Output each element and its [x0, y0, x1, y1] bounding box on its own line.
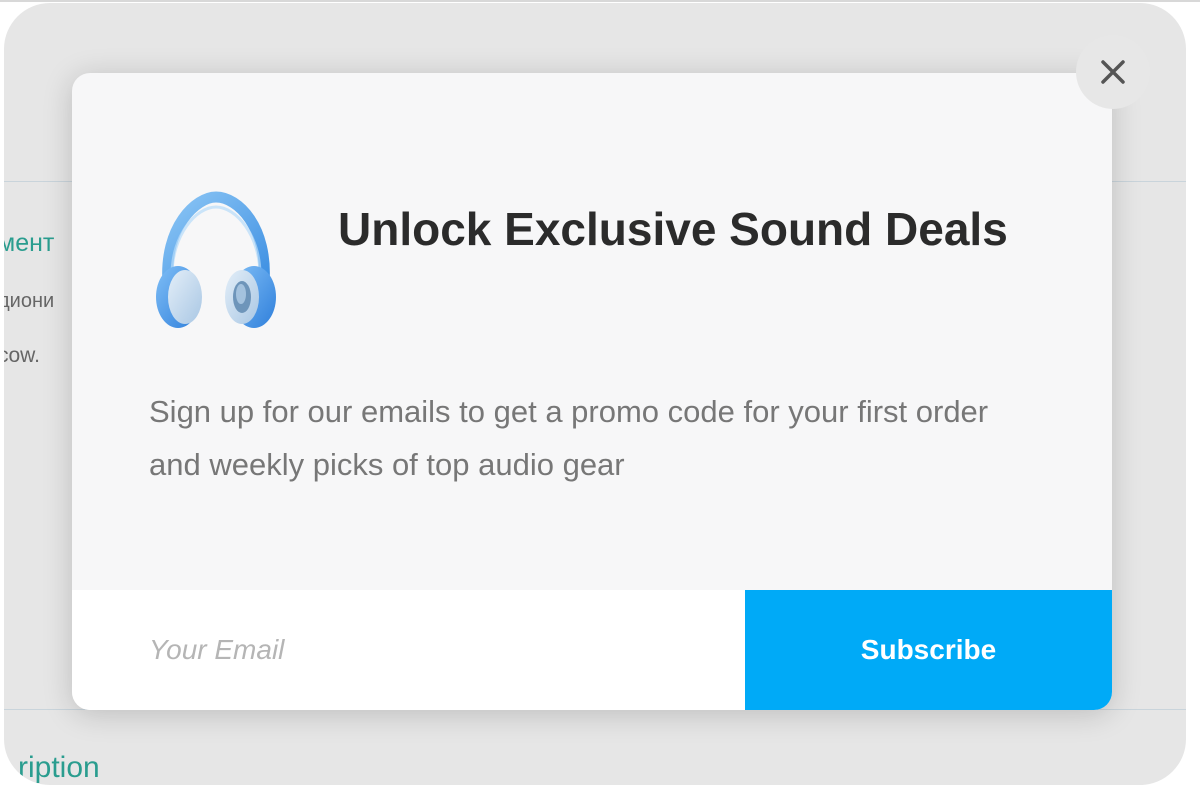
subscribe-modal: Unlock Exclusive Sound Deals Sign up for…: [72, 73, 1112, 710]
modal-description: Sign up for our emails to get a promo co…: [149, 394, 989, 482]
page-top-border: [0, 0, 1200, 2]
close-icon: [1101, 60, 1125, 84]
subscribe-button[interactable]: Subscribe: [745, 590, 1112, 710]
background-link-text: мент: [4, 229, 55, 257]
close-button[interactable]: [1076, 35, 1150, 109]
headphones-icon: [156, 191, 276, 328]
background-text: диони: [4, 290, 55, 312]
email-input[interactable]: [72, 590, 745, 710]
background-text: cow.: [4, 344, 41, 367]
modal-title: Unlock Exclusive Sound Deals: [338, 203, 1008, 255]
background-description-heading: ription: [18, 751, 100, 784]
